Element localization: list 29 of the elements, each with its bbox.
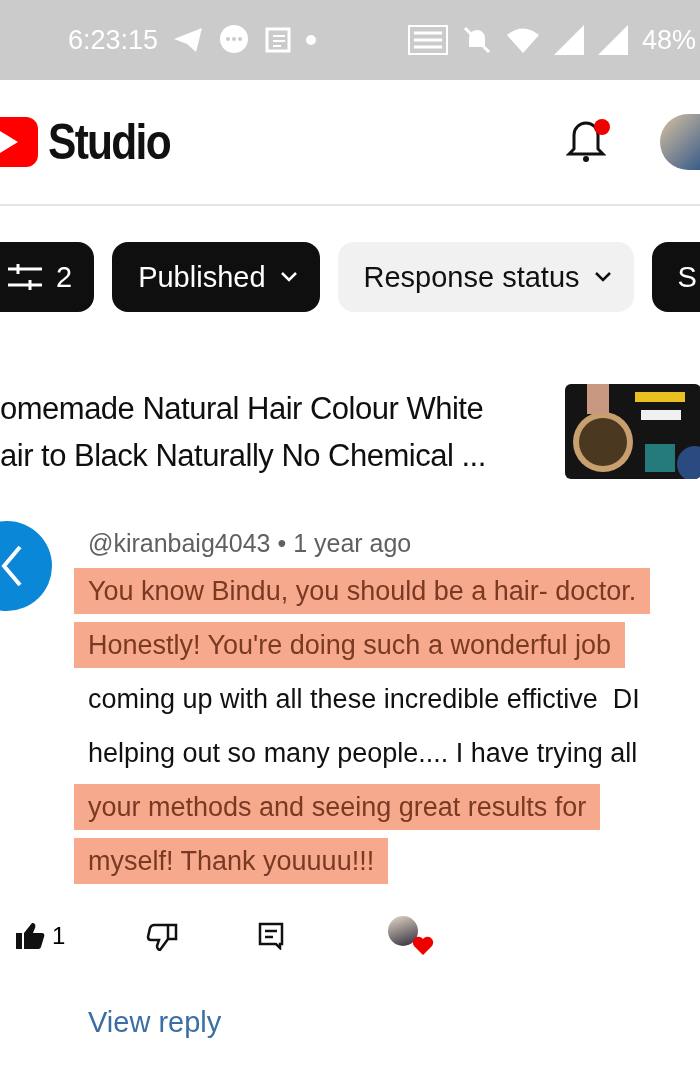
reply-icon[interactable]: [258, 922, 284, 950]
filter-chip[interactable]: Published: [112, 242, 320, 312]
sliders-icon: [8, 262, 42, 292]
video-title: omemade Natural Hair Colour White: [0, 389, 485, 428]
studio-logo-text: Studio: [48, 113, 170, 171]
send-icon: [172, 26, 205, 54]
wifi-icon: [505, 27, 540, 53]
filters-chip[interactable]: 2: [0, 242, 95, 312]
heart-icon: [412, 936, 434, 956]
account-avatar[interactable]: [660, 114, 700, 170]
view-reply-link[interactable]: View reply: [88, 1006, 222, 1039]
signal-icon: [597, 25, 628, 55]
document-icon: [264, 26, 293, 54]
chevron-down-icon: [279, 271, 298, 283]
like-count: 1: [52, 922, 67, 950]
dot-icon: [306, 35, 317, 45]
filter-chip[interactable]: S: [651, 242, 700, 312]
thumbs-up-icon[interactable]: [14, 921, 46, 951]
filter-chip[interactable]: Response status: [337, 242, 634, 312]
chat-icon: [218, 24, 251, 56]
volte-icon: [407, 25, 448, 55]
thumbs-down-icon[interactable]: [146, 921, 178, 951]
signal-icon: [553, 25, 584, 55]
video-title: air to Black Naturally No Chemical ...: [0, 436, 486, 475]
bell-off-icon: [461, 25, 492, 55]
comment-meta: @kiranbaig4043 • 1 year ago: [88, 529, 413, 558]
comment-line: helping out so many people.... I have trying all: [87, 737, 639, 770]
chevron-down-icon: [593, 271, 612, 283]
comment-line: coming up with all these incredible effictive DI: [87, 683, 641, 716]
